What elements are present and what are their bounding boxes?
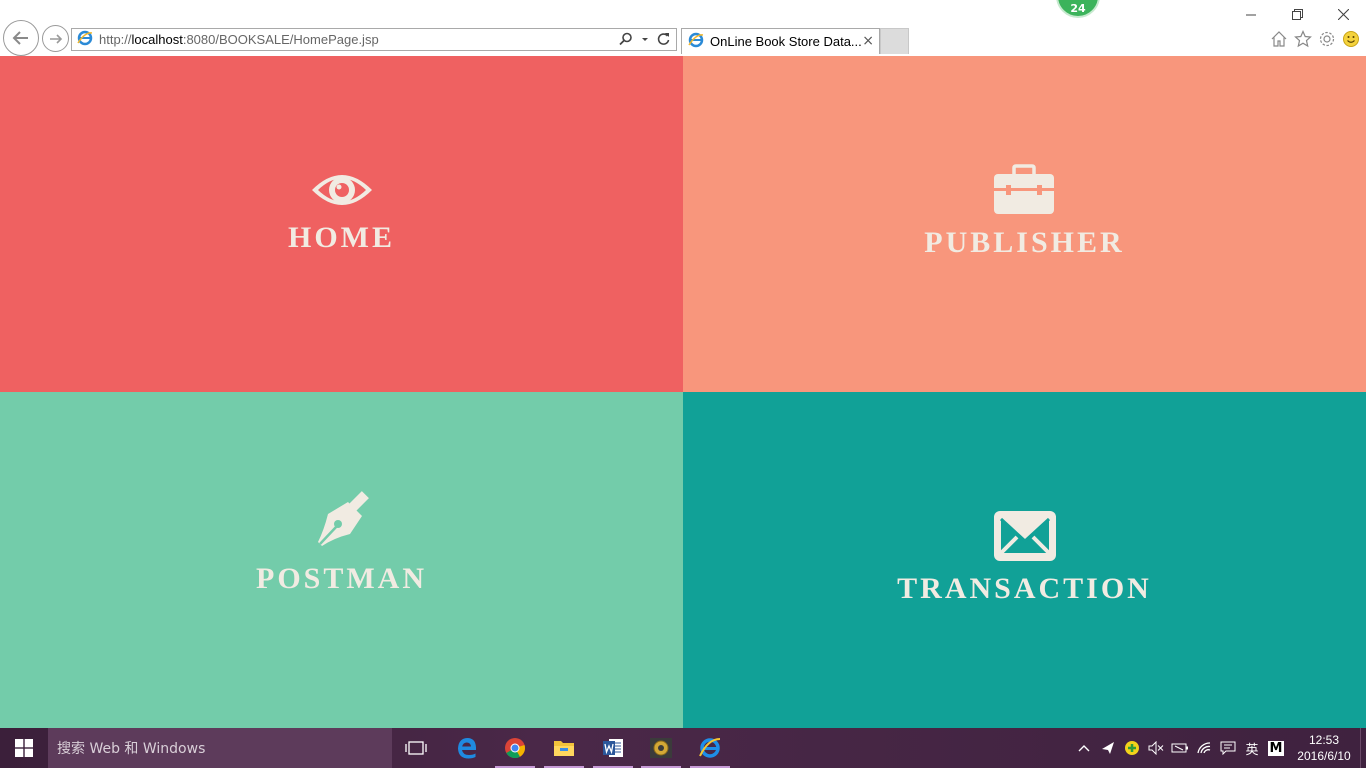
notification-badge[interactable]: 24	[1056, 0, 1100, 18]
back-button[interactable]	[3, 20, 39, 56]
url-prefix: http://	[99, 32, 132, 47]
search-placeholder: 搜索 Web 和 Windows	[57, 741, 206, 757]
address-tools	[619, 32, 670, 46]
show-desktop-button[interactable]	[1360, 728, 1366, 768]
gear-app-icon	[650, 738, 672, 758]
folder-icon	[554, 741, 574, 756]
window-controls	[1228, 0, 1366, 28]
envelope-icon	[993, 510, 1057, 562]
start-button[interactable]	[0, 728, 48, 768]
windows-logo-icon	[15, 739, 33, 757]
tray-security-icon[interactable]	[1120, 728, 1144, 768]
tile-publisher-label: PUBLISHER	[924, 226, 1125, 259]
clock-date: 2016/6/10	[1297, 749, 1351, 763]
tile-home-label: HOME	[288, 221, 395, 254]
page-content: HOME PUBLISHER POSTMAN TRANSACTION	[0, 56, 1366, 728]
dropdown-arrow-icon[interactable]	[641, 32, 649, 46]
settings-gear-icon[interactable]	[1318, 30, 1336, 48]
back-arrow-icon	[12, 31, 28, 45]
taskbar-clock[interactable]: 12:53 2016/6/10	[1288, 732, 1360, 764]
address-bar[interactable]: http://localhost:8080/BOOKSALE/HomePage.…	[71, 28, 677, 51]
search-icon[interactable]	[619, 32, 633, 46]
url-text[interactable]: http://localhost:8080/BOOKSALE/HomePage.…	[99, 32, 379, 47]
briefcase-icon	[992, 164, 1056, 216]
ie-page-icon	[77, 30, 93, 50]
taskbar-edge[interactable]	[443, 728, 491, 768]
ime-mode-indicator[interactable]: M	[1264, 728, 1288, 768]
close-window-button[interactable]	[1320, 0, 1366, 28]
browser-tab[interactable]: OnLine Book Store Data... ×	[681, 28, 880, 54]
refresh-icon[interactable]	[657, 32, 670, 46]
system-tray: 英 M 12:53 2016/6/10	[1072, 728, 1366, 768]
tray-overflow-chevron-icon[interactable]	[1072, 728, 1096, 768]
tray-send-icon[interactable]	[1096, 728, 1120, 768]
taskbar-internet-explorer[interactable]	[686, 728, 734, 768]
tile-transaction[interactable]: TRANSACTION	[683, 392, 1366, 728]
tile-transaction-label: TRANSACTION	[897, 572, 1152, 605]
ime-mode-label: M	[1267, 740, 1285, 756]
minimize-button[interactable]	[1228, 0, 1274, 28]
notification-count: 24	[1070, 2, 1086, 15]
task-view-button[interactable]	[392, 728, 440, 768]
forward-arrow-icon	[49, 33, 62, 44]
favorites-star-icon[interactable]	[1294, 30, 1312, 48]
chrome-icon	[505, 738, 525, 759]
home-icon[interactable]	[1270, 30, 1288, 48]
tab-title: OnLine Book Store Data...	[710, 34, 862, 49]
tile-postman[interactable]: POSTMAN	[0, 392, 683, 728]
task-view-icon	[405, 741, 427, 755]
smiley-feedback-icon[interactable]	[1342, 30, 1360, 48]
taskbar-file-explorer[interactable]	[540, 728, 588, 768]
tile-publisher[interactable]: PUBLISHER	[683, 56, 1366, 392]
browser-chrome: 24 http://localhost:8080/BOOKSALE/HomePa…	[0, 0, 1366, 56]
tile-home[interactable]: HOME	[0, 56, 683, 392]
internet-explorer-icon	[699, 738, 721, 758]
url-host: localhost	[131, 32, 183, 47]
wifi-icon[interactable]	[1192, 728, 1216, 768]
taskbar: 搜索 Web 和 Windows 英 M 12:53 2016/6/10	[0, 728, 1366, 768]
eye-icon	[310, 169, 374, 211]
word-icon	[603, 739, 623, 757]
taskbar-search-box[interactable]: 搜索 Web 和 Windows	[48, 728, 392, 768]
url-path: :8080/BOOKSALE/HomePage.jsp	[182, 32, 379, 47]
taskbar-game-app[interactable]	[637, 728, 685, 768]
edge-icon	[458, 738, 477, 759]
volume-muted-icon[interactable]	[1144, 728, 1168, 768]
clock-time: 12:53	[1308, 733, 1340, 747]
browser-toolbar	[1270, 30, 1360, 48]
new-tab-button[interactable]	[880, 28, 909, 54]
action-center-icon[interactable]	[1216, 728, 1240, 768]
restore-icon	[1291, 8, 1303, 20]
close-icon	[1337, 8, 1349, 20]
tab-close-icon[interactable]: ×	[862, 34, 874, 48]
ime-language-indicator[interactable]: 英	[1240, 728, 1264, 768]
tile-postman-label: POSTMAN	[256, 562, 427, 595]
battery-icon[interactable]	[1168, 728, 1192, 768]
ie-tab-icon	[688, 32, 704, 52]
taskbar-chrome[interactable]	[491, 728, 539, 768]
forward-button[interactable]	[42, 25, 69, 52]
taskbar-word[interactable]	[589, 728, 637, 768]
restore-button[interactable]	[1274, 0, 1320, 28]
pen-nib-icon	[310, 488, 374, 552]
minimize-icon	[1245, 14, 1256, 15]
